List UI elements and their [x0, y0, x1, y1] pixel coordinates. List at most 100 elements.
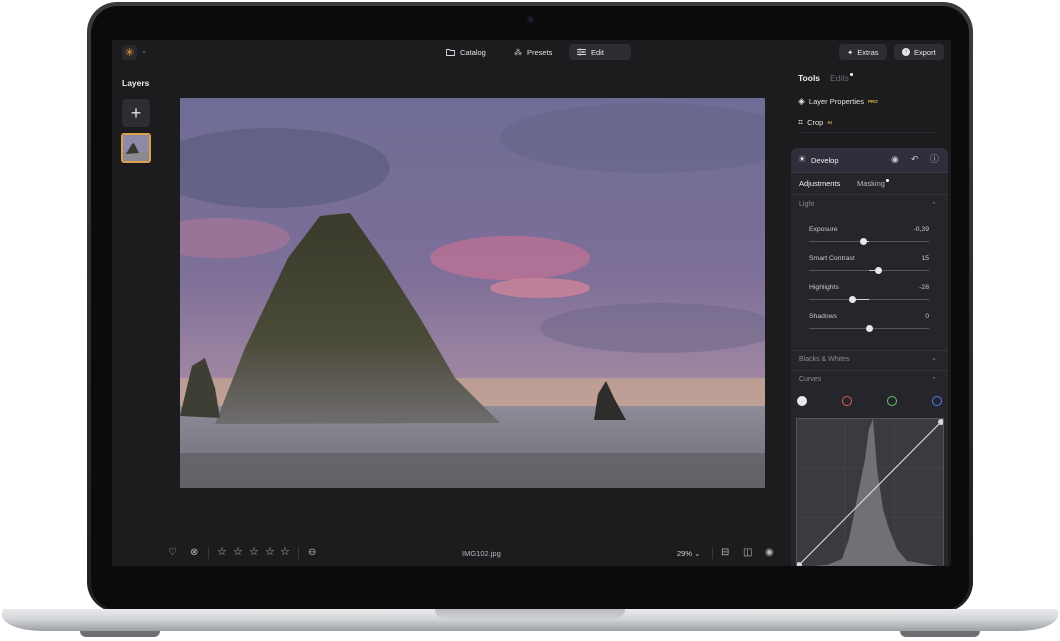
zoom-value: 29% — [677, 549, 693, 558]
layer-thumbnail[interactable] — [121, 133, 151, 163]
chevron-down-icon[interactable]: ⌄ — [141, 47, 147, 55]
divider — [712, 547, 713, 559]
laptop-notch — [435, 609, 625, 619]
tool-layer-properties[interactable]: ◈ Layer Properties PRO — [798, 96, 878, 107]
develop-title: Develop — [811, 156, 839, 165]
slider-track[interactable] — [809, 267, 929, 274]
develop-panel: ☀ Develop ◉ ↶ ⓘ Adjustments Masking Ligh… — [791, 148, 948, 566]
ai-badge: AI — [827, 120, 832, 125]
tab-adjustments[interactable]: Adjustments — [799, 179, 840, 188]
slider-value[interactable]: 15 — [921, 255, 929, 262]
chevron-up-icon[interactable]: ⌃ — [931, 376, 937, 384]
tool-crop-label: Crop — [807, 118, 824, 127]
zoom-select[interactable]: 29% ⌄ — [677, 549, 700, 558]
eye-icon[interactable]: ◉ — [765, 548, 774, 558]
edits-indicator — [849, 73, 853, 76]
rating-star-3[interactable]: ☆ — [249, 547, 259, 558]
nav-catalog-button[interactable]: Catalog — [438, 44, 494, 60]
divider — [208, 547, 209, 559]
chevron-up-icon[interactable]: ⌃ — [931, 201, 937, 209]
photo-image — [180, 98, 765, 488]
tab-masking[interactable]: Masking — [857, 179, 889, 188]
compare-icon[interactable]: ◫ — [743, 548, 752, 558]
layers-icon: ◈ — [798, 96, 805, 106]
filename: IMG102.jpg — [462, 549, 501, 558]
channel-red-button[interactable] — [842, 396, 852, 406]
thumbnail-image — [123, 135, 149, 161]
nav-edit-button[interactable]: Edit — [569, 44, 631, 60]
divider — [298, 547, 299, 559]
nav-presets-label: Presets — [527, 47, 553, 57]
channel-rgb-button[interactable] — [797, 396, 807, 406]
app-window: ✳ ⌄ Catalog ⁂ Presets Edit ✦ Extras ↑ Ex… — [112, 40, 951, 566]
eye-icon[interactable]: ◉ — [891, 155, 899, 164]
channel-green-button[interactable] — [887, 396, 897, 406]
curve-editor[interactable] — [796, 418, 944, 566]
heart-icon[interactable]: ♡ — [168, 548, 177, 558]
laptop-mockup: ✳ ⌄ Catalog ⁂ Presets Edit ✦ Extras ↑ Ex… — [0, 0, 1060, 641]
nav-edit-label: Edit — [591, 47, 604, 57]
export-button[interactable]: ↑ Export — [894, 44, 944, 60]
extras-label: Extras — [857, 47, 879, 57]
tool-crop[interactable]: ⌗ Crop AI — [798, 117, 832, 128]
tab-edits-label: Edits — [830, 73, 849, 83]
sliders-icon — [577, 48, 586, 56]
app-logo-icon[interactable]: ✳ — [122, 45, 137, 60]
chevron-down-icon[interactable]: ⌄ — [931, 354, 937, 362]
sun-icon: ☀ — [798, 154, 807, 164]
section-blacks-whites[interactable]: Blacks & Whites — [799, 356, 850, 363]
slider-value[interactable]: -28 — [919, 284, 929, 291]
slider-knob[interactable] — [865, 325, 873, 332]
extras-button[interactable]: ✦ Extras — [839, 44, 887, 60]
folder-icon — [446, 49, 455, 56]
slider-value[interactable]: -0,39 — [914, 226, 930, 233]
slider-value[interactable]: 0 — [925, 313, 929, 320]
rating-star-2[interactable]: ☆ — [233, 547, 243, 558]
laptop-foot-right — [900, 631, 980, 637]
tool-layer-properties-label: Layer Properties — [808, 97, 864, 106]
slider-track[interactable] — [809, 296, 929, 303]
section-curves[interactable]: Curves — [799, 376, 821, 383]
bottom-toolbar: ♡ ⊗ ☆ ☆ ☆ ☆ ☆ ⊖ IMG102.jpg 29% ⌄ ⊟ ◫ ◉ — [112, 540, 792, 566]
main-photo[interactable] — [180, 98, 765, 488]
develop-header[interactable]: ☀ Develop ◉ ↶ ⓘ — [791, 148, 948, 173]
rating-star-1[interactable]: ☆ — [217, 547, 227, 558]
slider-knob[interactable] — [875, 267, 883, 274]
plus-icon: + — [130, 102, 142, 123]
slider-label: Exposure — [809, 226, 838, 233]
slider-track[interactable] — [809, 325, 929, 332]
slider-label: Smart Contrast — [809, 255, 855, 262]
crop-icon: ⌗ — [798, 117, 804, 127]
tab-edits[interactable]: Edits — [830, 73, 853, 83]
add-layer-button[interactable]: + — [122, 99, 150, 127]
wand-icon: ⁂ — [514, 47, 522, 57]
divider — [791, 194, 948, 195]
curve-graph — [796, 419, 944, 566]
filmstrip-icon[interactable]: ⊟ — [721, 548, 729, 558]
masking-indicator — [885, 179, 889, 182]
nav-presets-button[interactable]: ⁂ Presets — [506, 44, 560, 60]
info-icon[interactable]: ⓘ — [930, 155, 939, 164]
tab-tools[interactable]: Tools — [798, 73, 820, 83]
slider-label: Shadows — [809, 313, 837, 320]
color-label-icon[interactable]: ⊖ — [308, 548, 316, 558]
camera — [526, 15, 535, 24]
slider-track[interactable] — [809, 238, 929, 245]
divider — [791, 370, 948, 371]
slider-knob[interactable] — [859, 238, 867, 245]
export-icon: ↑ — [902, 48, 910, 56]
rating-star-5[interactable]: ☆ — [280, 547, 290, 558]
slider-label: Highlights — [809, 284, 839, 291]
slider-knob[interactable] — [848, 296, 856, 303]
rating-star-4[interactable]: ☆ — [265, 547, 275, 558]
laptop-foot-left — [80, 631, 160, 637]
nav-catalog-label: Catalog — [460, 47, 486, 57]
section-light[interactable]: Light — [799, 201, 814, 208]
divider — [798, 132, 938, 133]
undo-icon[interactable]: ↶ — [911, 155, 919, 164]
channel-blue-button[interactable] — [932, 396, 942, 406]
pro-badge: PRO — [867, 99, 878, 104]
sparkle-icon: ✦ — [847, 47, 854, 57]
reject-icon[interactable]: ⊗ — [190, 548, 198, 558]
layers-title: Layers — [122, 78, 150, 88]
